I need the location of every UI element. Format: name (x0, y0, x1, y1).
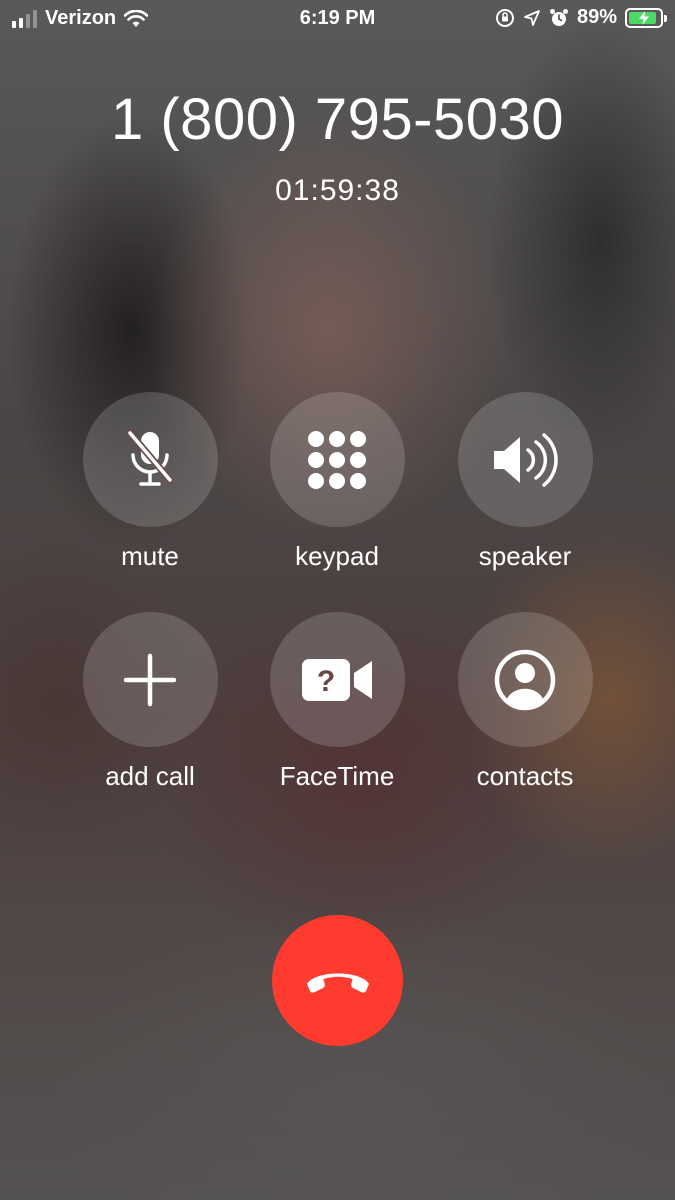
battery-icon (625, 7, 667, 28)
facetime-label: FaceTime (279, 761, 395, 791)
end-call-button[interactable] (272, 915, 403, 1046)
contacts-button[interactable]: contacts (425, 612, 625, 792)
mute-circle[interactable] (82, 392, 218, 527)
add-call-circle[interactable] (82, 612, 218, 747)
keypad-label: keypad (295, 541, 379, 571)
keypad-circle[interactable] (269, 392, 405, 527)
end-call-icon (306, 973, 369, 993)
contacts-circle[interactable] (457, 612, 593, 747)
add-call-label: add call (105, 761, 195, 791)
call-duration: 01:59:38 (275, 174, 400, 207)
orientation-lock-icon (495, 8, 514, 27)
plus-icon (123, 653, 177, 706)
contacts-label: contacts (476, 761, 574, 791)
keypad-button[interactable]: keypad (237, 392, 437, 572)
caller-number: 1 (800) 795-5030 (111, 87, 564, 152)
facetime-circle[interactable]: ? (269, 612, 405, 747)
status-right: 89% (495, 6, 667, 29)
contact-icon (494, 649, 556, 710)
add-call-button[interactable]: add call (50, 612, 250, 792)
mute-label: mute (121, 541, 179, 571)
speaker-label: speaker (478, 541, 572, 571)
facetime-unavailable-icon: ? (302, 658, 372, 701)
facetime-button[interactable]: ? FaceTime (237, 612, 437, 792)
location-icon (524, 9, 540, 26)
keypad-icon (308, 430, 366, 489)
svg-text:?: ? (317, 665, 335, 698)
speaker-icon (494, 432, 558, 487)
charging-bolt-icon (639, 10, 649, 25)
battery-percent: 89% (576, 6, 617, 28)
alarm-icon (549, 8, 568, 26)
status-bar: Verizon 6:19 PM 89% (0, 0, 675, 40)
speaker-button[interactable]: speaker (425, 392, 625, 572)
speaker-circle[interactable] (457, 392, 593, 527)
mute-button[interactable]: mute (50, 392, 250, 572)
mic-muted-icon (126, 429, 174, 486)
